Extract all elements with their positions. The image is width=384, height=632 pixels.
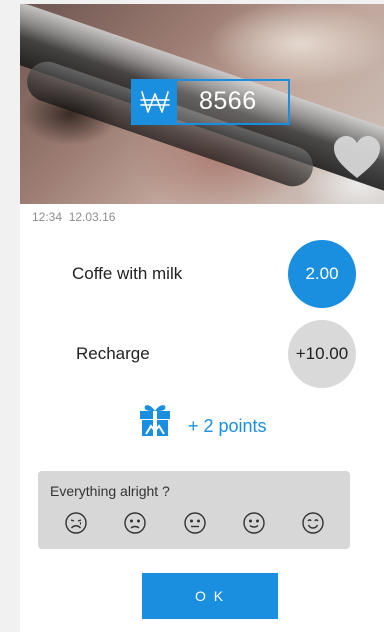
points-earned: + 2 points — [188, 416, 267, 436]
happy-face-icon[interactable] — [301, 511, 325, 535]
item-amount-recharge-text: +10.00 — [295, 344, 349, 363]
neutral-face-icon[interactable] — [183, 511, 207, 535]
ok-button[interactable]: O K — [142, 573, 278, 619]
gift-icon — [138, 401, 172, 437]
item-label-recharge: Recharge — [76, 344, 150, 363]
currency-badge — [133, 81, 177, 123]
sad-face-icon[interactable] — [123, 511, 147, 535]
feedback-panel: Everything alright ? — [38, 471, 350, 549]
smile-face-icon[interactable] — [242, 511, 266, 535]
item-amount-recharge: +10.00 — [288, 320, 356, 388]
item-amount-coffee: 2.00 — [288, 240, 356, 308]
item-amount-coffee-text: 2.00 — [305, 264, 339, 283]
won-currency-icon — [140, 91, 170, 113]
time-text: 12:34 — [32, 210, 63, 224]
transaction-card: 8566 12:34 12.03.16 Coffe with milk 2.00… — [20, 4, 384, 632]
balance-value: 8566 — [199, 87, 257, 115]
item-label-coffee: Coffe with milk — [72, 264, 183, 283]
very-unhappy-face-icon[interactable] — [64, 511, 88, 535]
balance-display: 8566 — [131, 79, 290, 125]
feedback-question: Everything alright ? — [50, 483, 170, 499]
date-text: 12.03.16 — [68, 210, 116, 224]
favorite-heart-icon[interactable] — [332, 134, 382, 180]
hero-photo: 8566 — [20, 4, 384, 204]
timestamp: 12:34 12.03.16 — [32, 210, 115, 224]
